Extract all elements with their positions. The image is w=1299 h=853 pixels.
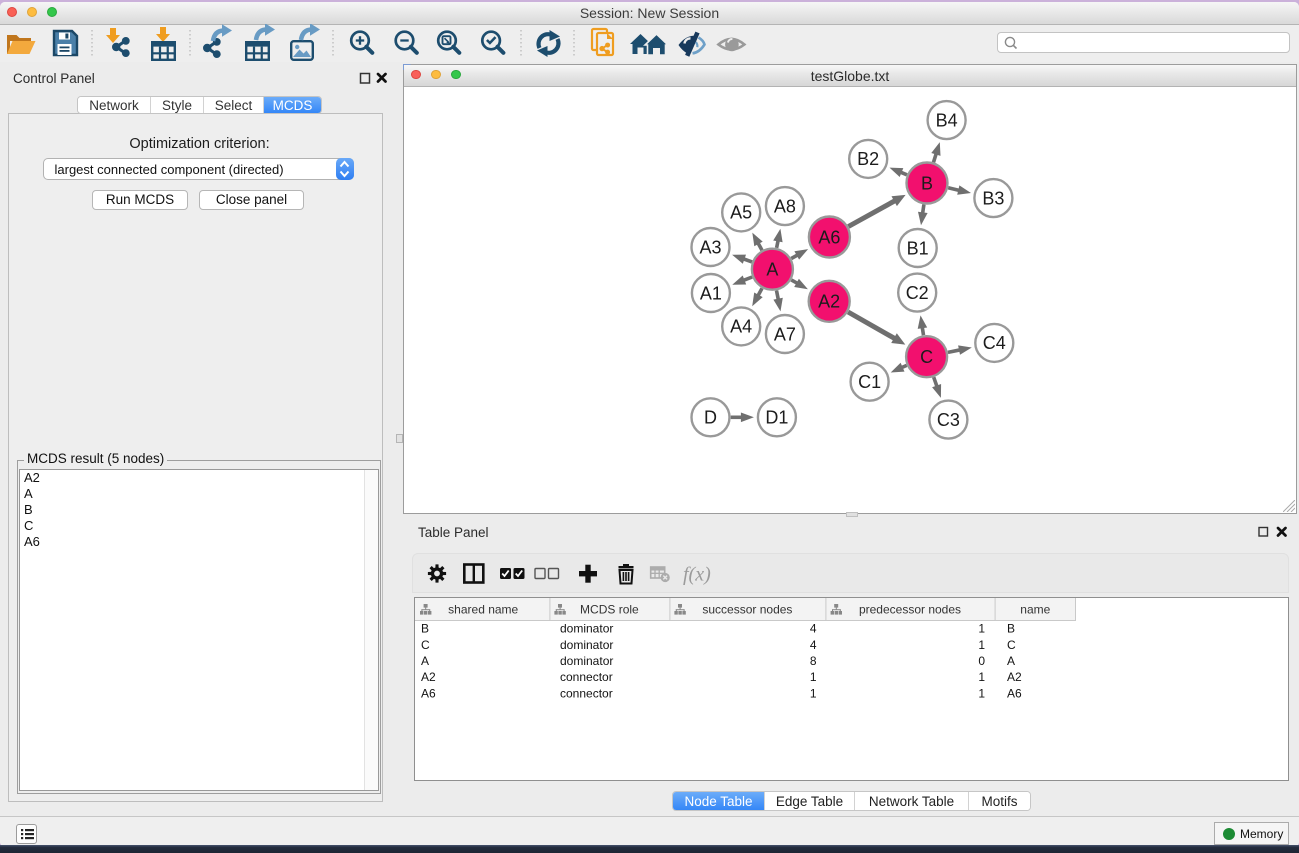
- svg-text:4: 4: [810, 622, 817, 636]
- svg-text:D: D: [704, 408, 717, 428]
- svg-text:A: A: [1007, 654, 1015, 668]
- svg-text:B: B: [921, 173, 933, 193]
- svg-text:connector: connector: [560, 686, 613, 700]
- svg-text:A2: A2: [421, 670, 436, 684]
- svg-text:0: 0: [978, 654, 985, 668]
- svg-text:dominator: dominator: [560, 622, 613, 636]
- svg-text:C3: C3: [937, 410, 960, 430]
- svg-text:name: name: [1020, 603, 1050, 617]
- svg-text:successor nodes: successor nodes: [702, 603, 792, 617]
- svg-text:B4: B4: [936, 110, 958, 130]
- svg-text:B1: B1: [907, 238, 929, 258]
- svg-text:A: A: [421, 654, 429, 668]
- svg-text:D1: D1: [765, 408, 788, 428]
- svg-text:A: A: [766, 260, 778, 280]
- svg-text:1: 1: [978, 622, 985, 636]
- svg-text:C4: C4: [983, 333, 1006, 353]
- svg-text:A3: A3: [699, 237, 721, 257]
- svg-text:1: 1: [810, 686, 817, 700]
- svg-text:shared name: shared name: [448, 603, 518, 617]
- svg-text:A1: A1: [700, 283, 722, 303]
- svg-text:A5: A5: [730, 203, 752, 223]
- svg-text:B: B: [1007, 622, 1015, 636]
- svg-text:C: C: [421, 638, 430, 652]
- svg-text:C: C: [920, 347, 933, 367]
- svg-text:dominator: dominator: [560, 654, 613, 668]
- svg-text:A6: A6: [1007, 686, 1022, 700]
- svg-text:1: 1: [978, 686, 985, 700]
- svg-text:B2: B2: [857, 149, 879, 169]
- svg-text:MCDS role: MCDS role: [580, 603, 639, 617]
- svg-text:A6: A6: [421, 686, 436, 700]
- svg-text:8: 8: [810, 654, 817, 668]
- svg-text:C2: C2: [906, 283, 929, 303]
- svg-text:1: 1: [978, 638, 985, 652]
- svg-text:1: 1: [978, 670, 985, 684]
- svg-text:A4: A4: [730, 317, 752, 337]
- svg-text:A2: A2: [1007, 670, 1022, 684]
- svg-text:4: 4: [810, 638, 817, 652]
- svg-text:C1: C1: [858, 372, 881, 392]
- svg-text:predecessor nodes: predecessor nodes: [859, 603, 961, 617]
- svg-text:dominator: dominator: [560, 638, 613, 652]
- svg-text:A2: A2: [818, 292, 840, 312]
- svg-text:B: B: [421, 622, 429, 636]
- svg-text:connector: connector: [560, 670, 613, 684]
- svg-text:B3: B3: [982, 188, 1004, 208]
- svg-text:A6: A6: [818, 227, 840, 247]
- svg-text:1: 1: [810, 670, 817, 684]
- svg-text:C: C: [1007, 638, 1016, 652]
- svg-text:A7: A7: [774, 324, 796, 344]
- svg-text:f(x): f(x): [683, 564, 711, 586]
- svg-text:A8: A8: [774, 196, 796, 216]
